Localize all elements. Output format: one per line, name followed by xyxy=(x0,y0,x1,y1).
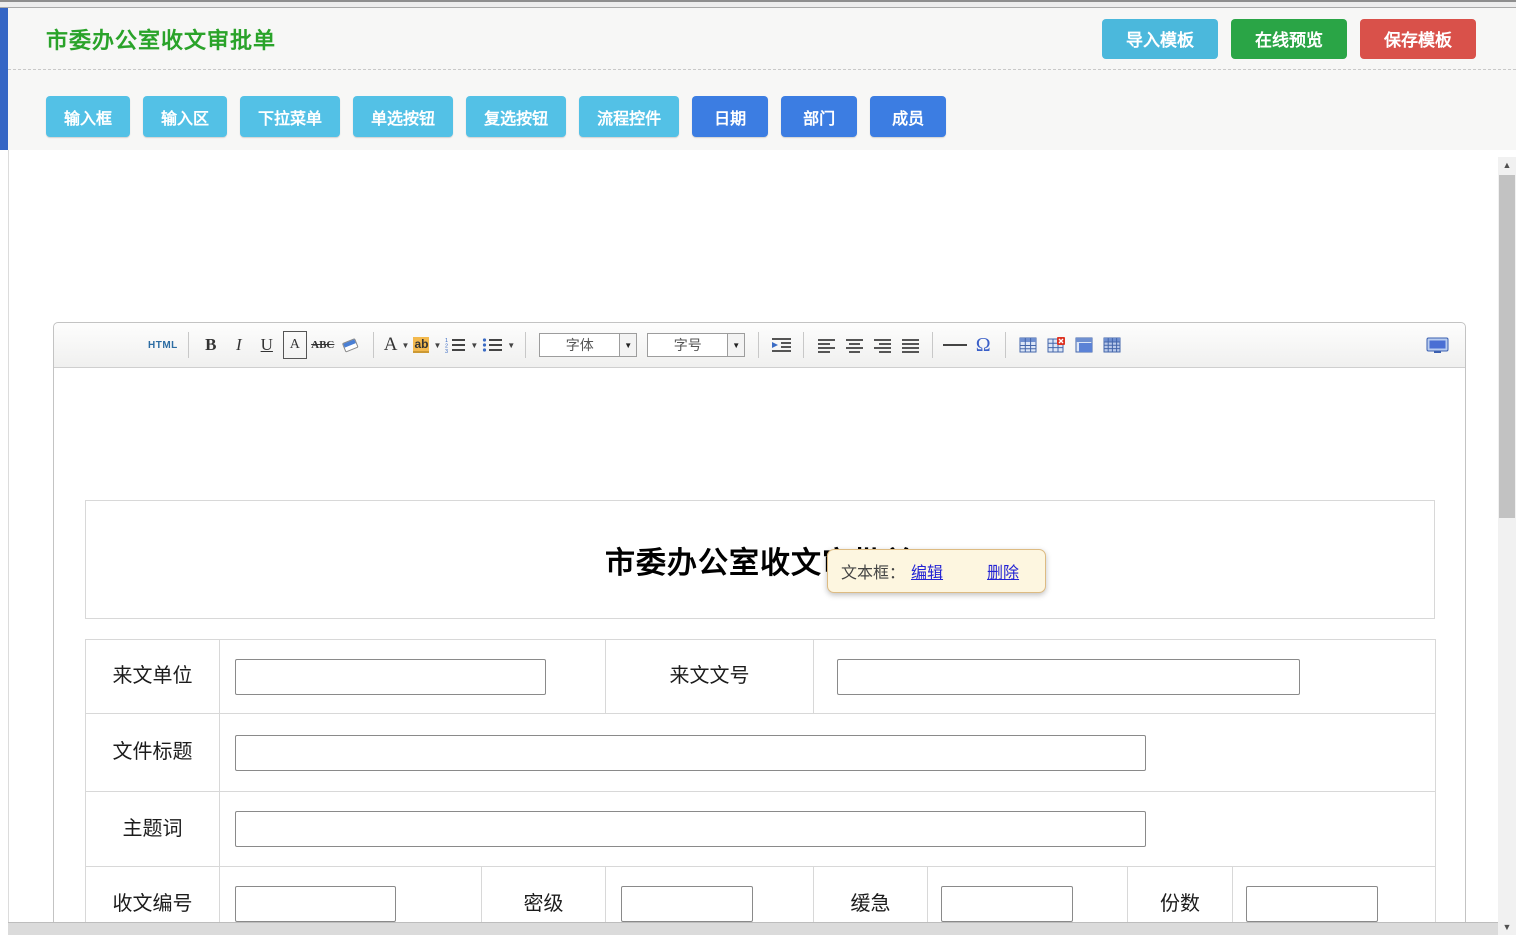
scroll-down-icon[interactable]: ▼ xyxy=(1498,920,1516,934)
page-title: 市委办公室收文审批单 xyxy=(46,23,276,55)
unordered-list-icon[interactable]: ▼ xyxy=(482,331,515,359)
caret-down-icon: ▼ xyxy=(470,341,478,350)
window-top-border xyxy=(0,0,1516,8)
horizontal-rule-icon[interactable] xyxy=(943,331,967,359)
caret-down-icon: ▼ xyxy=(433,341,441,350)
align-left-icon[interactable] xyxy=(814,331,838,359)
widget-department-button[interactable]: 部门 xyxy=(781,96,857,137)
eraser-icon[interactable] xyxy=(339,331,363,359)
maximize-icon[interactable] xyxy=(1425,331,1449,359)
vertical-scrollbar[interactable]: ▲ ▼ xyxy=(1498,157,1516,935)
underline-icon[interactable]: U xyxy=(255,331,279,359)
widget-button-row: 输入框 输入区 下拉菜单 单选按钮 复选按钮 流程控件 日期 部门 成员 xyxy=(8,70,1516,137)
insert-table-icon[interactable] xyxy=(1016,331,1040,359)
receipt-number-input[interactable] xyxy=(235,886,396,922)
ordered-list-icon[interactable]: 123 ▼ xyxy=(445,331,478,359)
widget-checkbox-button[interactable]: 复选按钮 xyxy=(466,96,566,137)
widget-member-button[interactable]: 成员 xyxy=(870,96,946,137)
keywords-input[interactable] xyxy=(235,811,1146,847)
align-justify-icon[interactable] xyxy=(898,331,922,359)
font-size-select[interactable]: 字号 ▼ xyxy=(647,333,745,357)
doc-title-input[interactable] xyxy=(235,735,1146,771)
strikethrough-icon[interactable]: ABC xyxy=(311,331,335,359)
font-box-icon[interactable]: A xyxy=(283,331,307,359)
indent-icon[interactable] xyxy=(769,331,793,359)
align-center-icon[interactable] xyxy=(842,331,866,359)
widget-flow-control-button[interactable]: 流程控件 xyxy=(579,96,679,137)
copies-input[interactable] xyxy=(1246,886,1378,922)
table-row: 主题词 xyxy=(86,792,1436,867)
main-area: HTML B I U A ABC A▼ ab▼ 123 ▼ ▼ 字体 xyxy=(8,150,1516,935)
security-level-input[interactable] xyxy=(621,886,753,922)
header: 市委办公室收文审批单 导入模板 在线预览 保存模板 输入框 输入区 下拉菜单 单… xyxy=(8,8,1516,150)
toolbar-separator xyxy=(803,332,804,358)
svg-text:3: 3 xyxy=(445,349,448,353)
special-character-icon[interactable]: Ω xyxy=(971,331,995,359)
left-edge-strip xyxy=(0,8,8,150)
urgency-input[interactable] xyxy=(941,886,1073,922)
form-table: 来文单位 来文文号 文件标题 主题词 收文编号 密级 缓急 份数 xyxy=(85,639,1436,935)
source-unit-input[interactable] xyxy=(235,659,546,695)
toolbar-separator xyxy=(373,332,374,358)
horizontal-scrollbar[interactable] xyxy=(8,922,1498,935)
tooltip-label: 文本框： xyxy=(841,559,905,583)
table-cells-icon[interactable] xyxy=(1100,331,1124,359)
align-right-icon[interactable] xyxy=(870,331,894,359)
widget-date-button[interactable]: 日期 xyxy=(692,96,768,137)
import-template-button[interactable]: 导入模板 xyxy=(1102,19,1218,59)
html-source-icon[interactable]: HTML xyxy=(148,331,178,359)
rich-text-editor: HTML B I U A ABC A▼ ab▼ 123 ▼ ▼ 字体 xyxy=(53,322,1466,935)
widget-radio-button[interactable]: 单选按钮 xyxy=(353,96,453,137)
doc-number-input[interactable] xyxy=(837,659,1300,695)
form-title-box: 市委办公室收文审批单 xyxy=(85,500,1435,619)
highlight-color-icon[interactable]: ab▼ xyxy=(413,331,441,359)
table-row: 来文单位 来文文号 xyxy=(86,640,1436,714)
label-source-unit: 来文单位 xyxy=(86,640,220,714)
caret-down-icon: ▼ xyxy=(727,334,744,356)
table-header-icon[interactable] xyxy=(1072,331,1096,359)
caret-down-icon: ▼ xyxy=(619,334,636,356)
label-doc-number: 来文文号 xyxy=(606,640,814,714)
delete-table-icon[interactable] xyxy=(1044,331,1068,359)
italic-icon[interactable]: I xyxy=(227,331,251,359)
bold-icon[interactable]: B xyxy=(199,331,223,359)
header-title-row: 市委办公室收文审批单 导入模板 在线预览 保存模板 xyxy=(8,8,1516,70)
save-template-button[interactable]: 保存模板 xyxy=(1360,19,1476,59)
label-doc-title: 文件标题 xyxy=(86,714,220,792)
toolbar-separator xyxy=(758,332,759,358)
widget-dropdown-button[interactable]: 下拉菜单 xyxy=(240,96,340,137)
vertical-scrollbar-thumb[interactable] xyxy=(1499,175,1515,518)
toolbar-separator xyxy=(188,332,189,358)
editor-toolbar: HTML B I U A ABC A▼ ab▼ 123 ▼ ▼ 字体 xyxy=(54,323,1465,368)
delete-link[interactable]: 删除 xyxy=(987,559,1019,583)
toolbar-separator xyxy=(525,332,526,358)
caret-down-icon: ▼ xyxy=(402,341,410,350)
table-row: 文件标题 xyxy=(86,714,1436,792)
scroll-up-icon[interactable]: ▲ xyxy=(1498,158,1516,172)
toolbar-separator xyxy=(1005,332,1006,358)
edit-link[interactable]: 编辑 xyxy=(911,559,943,583)
header-actions: 导入模板 在线预览 保存模板 xyxy=(1102,19,1476,59)
caret-down-icon: ▼ xyxy=(507,341,515,350)
widget-input-box-button[interactable]: 输入框 xyxy=(46,96,130,137)
toolbar-separator xyxy=(932,332,933,358)
textbox-action-tooltip: 文本框： 编辑 删除 xyxy=(827,549,1046,593)
widget-input-area-button[interactable]: 输入区 xyxy=(143,96,227,137)
font-color-icon[interactable]: A▼ xyxy=(384,331,410,359)
online-preview-button[interactable]: 在线预览 xyxy=(1231,19,1347,59)
font-family-select[interactable]: 字体 ▼ xyxy=(539,333,637,357)
label-keywords: 主题词 xyxy=(86,792,220,867)
